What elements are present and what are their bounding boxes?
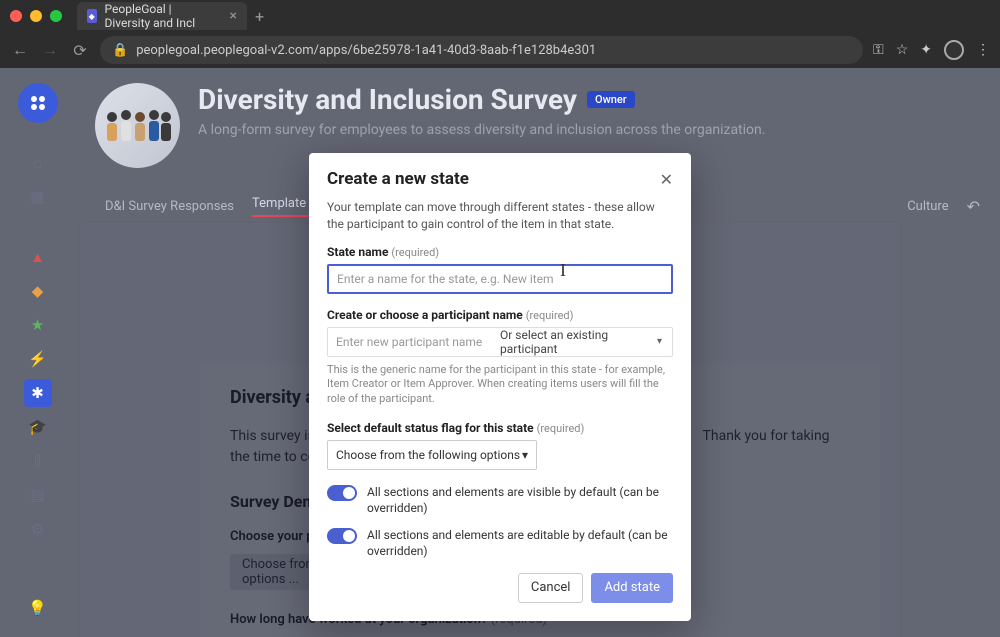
star-icon[interactable]: ☆ [896,42,909,58]
chevron-down-icon: ▾ [522,448,528,462]
owner-badge: Owner [587,91,635,108]
close-window-icon[interactable] [10,10,22,22]
modal-description: Your template can move through different… [327,199,673,233]
sidebar: ⌂ ▦ ▲ ◆ ★ ⚡ ✱ 🎓 ⫼ ▤ ⚙ 💡 [0,68,75,637]
toggle-visible-row: All sections and elements are visible by… [327,484,673,516]
tab-responses[interactable]: D&I Survey Responses [105,199,234,214]
star-sidebar-icon[interactable]: ★ [24,311,52,339]
toggle-editable-label: All sections and elements are editable b… [367,527,673,559]
list-icon[interactable]: ▤ [24,481,52,509]
page-title: Diversity and Inclusion Survey Owner [198,83,765,116]
forward-button: → [40,40,60,60]
add-state-button[interactable]: Add state [591,573,673,603]
home-icon[interactable]: ⌂ [24,149,52,177]
modal-actions: Cancel Add state [327,573,673,603]
window-controls [10,10,62,22]
page-subtitle: A long-form survey for employees to asse… [198,122,765,138]
bolt-icon[interactable]: ⚡ [24,345,52,373]
browser-tab[interactable]: ◆ PeopleGoal | Diversity and Incl × [77,2,247,30]
status-flag-label: Select default status flag for this stat… [327,421,673,435]
sidebar-icon-1[interactable]: ▲ [24,243,52,271]
chevron-down-icon[interactable]: ▾ [647,336,672,347]
maximize-window-icon[interactable] [50,10,62,22]
participant-combo: Or select an existing participant ▾ [327,327,673,357]
logo-icon [27,92,49,114]
reload-button[interactable]: ⟳ [70,41,90,60]
create-state-modal: Create a new state ✕ Your template can m… [309,153,691,621]
url-text: peoplegoal.peoplegoal-v2.com/apps/6be259… [136,43,596,58]
participant-help: This is the generic name for the partici… [327,363,673,408]
address-bar-row: ← → ⟳ 🔒 peoplegoal.peoplegoal-v2.com/app… [0,32,1000,68]
app-logo[interactable] [18,83,58,123]
people-illustration [100,103,175,148]
close-icon[interactable]: ✕ [660,170,673,189]
menu-icon[interactable]: ⋮ [976,42,990,58]
favicon-icon: ◆ [87,9,97,23]
modal-title: Create a new state [327,169,469,189]
toolbar-icons: ⚿ ☆ ✦ ⋮ [873,40,990,60]
state-name-input[interactable] [327,264,673,294]
profile-avatar[interactable] [944,40,964,60]
grid-icon[interactable]: ▦ [24,183,52,211]
participant-label: Create or choose a participant name (req… [327,308,673,322]
tab-close-icon[interactable]: × [230,8,237,24]
gear-icon[interactable]: ⚙ [24,515,52,543]
asterisk-icon[interactable]: ✱ [24,379,52,407]
lightbulb-icon[interactable]: 💡 [24,594,52,622]
back-button[interactable]: ← [10,40,30,60]
toggle-visible-label: All sections and elements are visible by… [367,484,673,516]
toggle-editable-row: All sections and elements are editable b… [327,527,673,559]
tab-culture[interactable]: Culture [907,199,948,214]
header-image [95,83,180,168]
address-bar[interactable]: 🔒 peoplegoal.peoplegoal-v2.com/apps/6be2… [100,36,863,64]
tab-title: PeopleGoal | Diversity and Incl [105,2,214,30]
participant-input[interactable] [328,335,500,349]
participant-or-label[interactable]: Or select an existing participant [500,328,647,356]
graduation-icon[interactable]: 🎓 [24,413,52,441]
app-area: Diversity and This survey is a Thank you… [0,68,1000,637]
header-text: Diversity and Inclusion Survey Owner A l… [198,83,765,138]
browser-chrome: ◆ PeopleGoal | Diversity and Incl × + [0,0,1000,32]
status-flag-select[interactable]: Choose from the following options ▾ [327,440,537,470]
lock-icon: 🔒 [112,43,128,58]
minimize-window-icon[interactable] [30,10,42,22]
toggle-editable[interactable] [327,528,357,544]
undo-icon[interactable]: ↶ [967,197,980,216]
tab-template[interactable]: Template ▾ [252,196,316,217]
new-tab-button[interactable]: + [255,7,264,26]
cancel-button[interactable]: Cancel [518,573,584,603]
toggle-visible[interactable] [327,485,357,501]
extensions-icon[interactable]: ✦ [920,42,932,58]
state-name-label: State name (required) [327,245,673,259]
chart-icon[interactable]: ⫼ [24,447,52,475]
sidebar-icon-2[interactable]: ◆ [24,277,52,305]
modal-header: Create a new state ✕ [327,169,673,189]
key-icon[interactable]: ⚿ [873,42,884,58]
